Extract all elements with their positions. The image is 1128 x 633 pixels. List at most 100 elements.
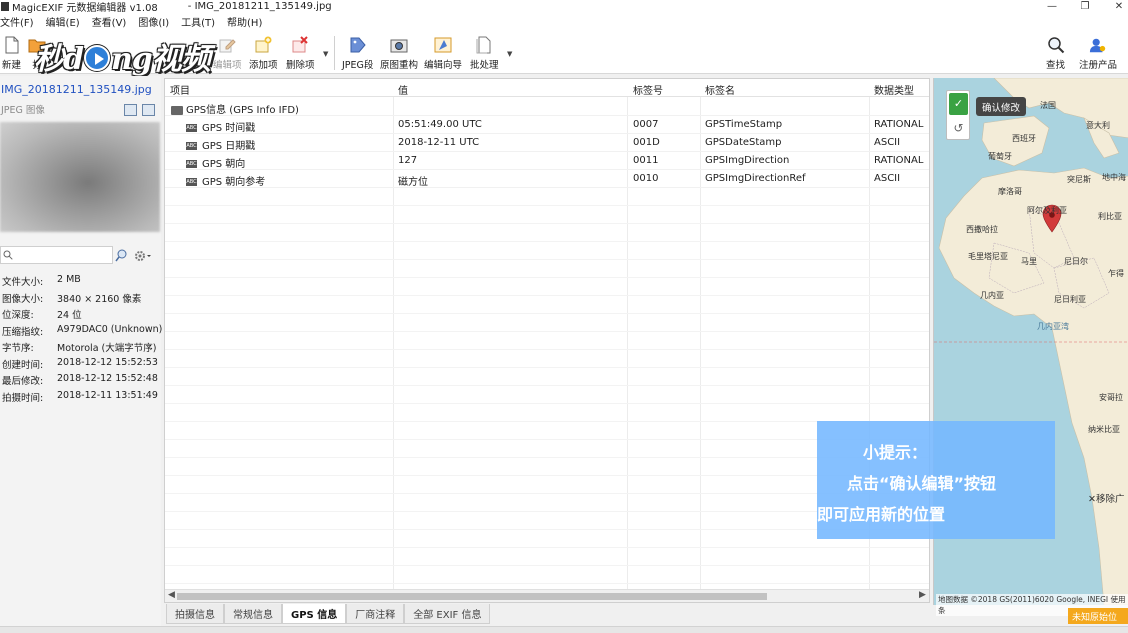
empty-table-row xyxy=(165,224,929,242)
app-icon xyxy=(1,2,9,11)
new-file-icon xyxy=(3,36,21,54)
tab-all-exif[interactable]: 全部 EXIF 信息 xyxy=(404,604,491,624)
empty-table-row xyxy=(165,494,929,512)
search-button[interactable]: 查找 xyxy=(1046,36,1065,71)
menu-tools[interactable]: 工具(T) xyxy=(181,14,221,29)
scrollbar-thumb[interactable] xyxy=(177,593,767,600)
empty-table-row xyxy=(165,260,929,278)
wizard-button[interactable]: 编辑向导 xyxy=(424,36,462,71)
map-edit-controls: ✓ ↺ xyxy=(946,90,970,140)
remove-ad-link[interactable]: ✕移除广 xyxy=(1088,491,1124,505)
image-fit-icon[interactable] xyxy=(142,104,155,116)
scroll-left-arrow[interactable]: ◀ xyxy=(168,590,175,600)
menu-help[interactable]: 帮助(H) xyxy=(227,14,268,29)
search-icon xyxy=(3,250,13,260)
table-group-row[interactable]: GPS信息 (GPS Info IFD) xyxy=(165,98,929,116)
horizontal-scrollbar[interactable]: ◀ ▶ xyxy=(165,589,929,602)
menu-file[interactable]: 文件(F) xyxy=(0,14,40,29)
table-row[interactable]: ABC GPS 时间戳 05:51:49.00 UTC 0007 GPSTimeS… xyxy=(165,116,929,134)
empty-table-row xyxy=(165,404,929,422)
column-header-tag-name[interactable]: 标签名 xyxy=(705,82,735,97)
list-item: 文件大小: 2 MB xyxy=(2,274,81,288)
file-title: - IMG_20181211_135149.jpg xyxy=(187,1,332,12)
table-row[interactable]: ABC GPS 日期戳 2018-12-11 UTC 001D GPSDateSt… xyxy=(165,134,929,152)
empty-table-row xyxy=(165,512,929,530)
empty-table-row xyxy=(165,458,929,476)
image-preview-icon[interactable] xyxy=(124,104,137,116)
minimize-button[interactable]: — xyxy=(1035,0,1069,13)
empty-table-row xyxy=(165,206,929,224)
column-header-value[interactable]: 值 xyxy=(398,82,408,97)
scroll-right-arrow[interactable]: ▶ xyxy=(919,590,926,600)
tab-maker-notes[interactable]: 厂商注释 xyxy=(346,604,405,624)
empty-table-row xyxy=(165,530,929,548)
user-key-icon xyxy=(1089,36,1107,54)
jpeg-segment-button[interactable]: JPEG段 xyxy=(342,36,373,71)
empty-table-row xyxy=(165,242,929,260)
empty-table-row xyxy=(165,368,929,386)
tag-type-icon: ABC xyxy=(186,124,197,132)
empty-table-row xyxy=(165,188,929,206)
batch-dropdown-arrow[interactable]: ▼ xyxy=(507,50,512,58)
file-name[interactable]: IMG_20181211_135149.jpg xyxy=(1,83,152,96)
tab-gps-info[interactable]: GPS 信息 xyxy=(282,604,347,624)
app-window: MagicEXIF 元数据编辑器 v1.08 - IMG_20181211_13… xyxy=(0,0,1128,633)
column-header-item[interactable]: 项目 xyxy=(170,82,190,97)
add-item-button[interactable]: 添加项 xyxy=(249,36,278,71)
edit-item-button[interactable]: 编辑项 xyxy=(213,36,242,71)
table-row[interactable]: ABC GPS 朝向 127 0011 GPSImgDirection RATIO… xyxy=(165,152,929,170)
list-item: 拍摄时间: 2018-12-11 13:51:49 xyxy=(2,389,158,404)
close-button[interactable]: ✕ xyxy=(1102,0,1128,13)
hint-overlay: 小提示： 点击“确认编辑”按钮 即可应用新的位置 xyxy=(817,421,1055,539)
hint-line-2: 即可应用新的位置 xyxy=(817,505,946,524)
file-type: JPEG 图像 xyxy=(1,105,45,116)
info-tabs: 拍摄信息 常规信息 GPS 信息 厂商注释 全部 EXIF 信息 xyxy=(166,604,491,624)
empty-table-row xyxy=(165,422,929,440)
undo-icon[interactable]: ↺ xyxy=(949,119,968,137)
empty-table-row xyxy=(165,296,929,314)
delete-icon xyxy=(291,36,309,54)
image-view-icons xyxy=(124,104,155,116)
empty-table-row xyxy=(165,314,929,332)
magnifier-icon xyxy=(1047,36,1065,54)
empty-table-row xyxy=(165,332,929,350)
list-item: 压缩指纹: A979DAC0 (Unknown) xyxy=(2,323,163,338)
delete-dropdown-arrow[interactable]: ▼ xyxy=(323,50,328,58)
column-header-tag-no[interactable]: 标签号 xyxy=(633,82,663,97)
empty-table-row xyxy=(165,548,929,566)
unknown-location-badge[interactable]: 未知原始位 xyxy=(1068,608,1128,624)
zoom-search-icon[interactable] xyxy=(115,249,128,262)
hint-line-1: 点击“确认编辑”按钮 xyxy=(847,474,997,493)
toolbar-separator xyxy=(334,36,335,70)
column-header-data-type[interactable]: 数据类型 xyxy=(874,82,914,97)
empty-table-row xyxy=(165,278,929,296)
camera-icon xyxy=(390,36,408,54)
delete-item-button[interactable]: 删除项 xyxy=(286,36,315,71)
empty-table-row xyxy=(165,386,929,404)
tag-icon xyxy=(349,36,367,54)
file-info-panel: IMG_20181211_135149.jpg JPEG 图像 文件大小: 2 M… xyxy=(0,76,163,626)
left-panel-tools xyxy=(115,249,152,262)
hint-title: 小提示： xyxy=(863,443,928,462)
property-search-input[interactable] xyxy=(0,246,113,264)
wizard-icon xyxy=(434,36,452,54)
rebuild-button[interactable]: 原图重构 xyxy=(380,36,418,71)
menu-edit[interactable]: 编辑(E) xyxy=(46,14,86,29)
confirm-location-button[interactable]: ✓ xyxy=(949,93,968,115)
list-item: 字节序: Motorola (大端字节序) xyxy=(2,343,157,354)
gear-icon[interactable] xyxy=(134,250,152,262)
tab-shooting-info[interactable]: 拍摄信息 xyxy=(166,604,224,624)
restore-button[interactable]: ❐ xyxy=(1068,0,1102,13)
menu-image[interactable]: 图像(I) xyxy=(138,14,175,29)
tag-type-icon: ABC xyxy=(186,142,197,150)
confirm-tooltip: 确认修改 xyxy=(976,97,1027,116)
tab-general-info[interactable]: 常规信息 xyxy=(224,604,282,624)
edit-icon xyxy=(218,36,236,54)
menu-view[interactable]: 查看(V) xyxy=(92,14,133,29)
table-row[interactable]: ABC GPS 朝向参考 磁方位 0010 GPSImgDirectionRef … xyxy=(165,170,929,188)
menu-bar: 文件(F) 编辑(E) 查看(V) 图像(I) 工具(T) 帮助(H) xyxy=(0,13,1128,30)
new-button[interactable]: 新建 xyxy=(2,36,21,71)
batch-button[interactable]: 批处理 xyxy=(470,36,499,71)
register-button[interactable]: 注册产品 xyxy=(1079,36,1117,71)
play-icon xyxy=(83,45,110,71)
